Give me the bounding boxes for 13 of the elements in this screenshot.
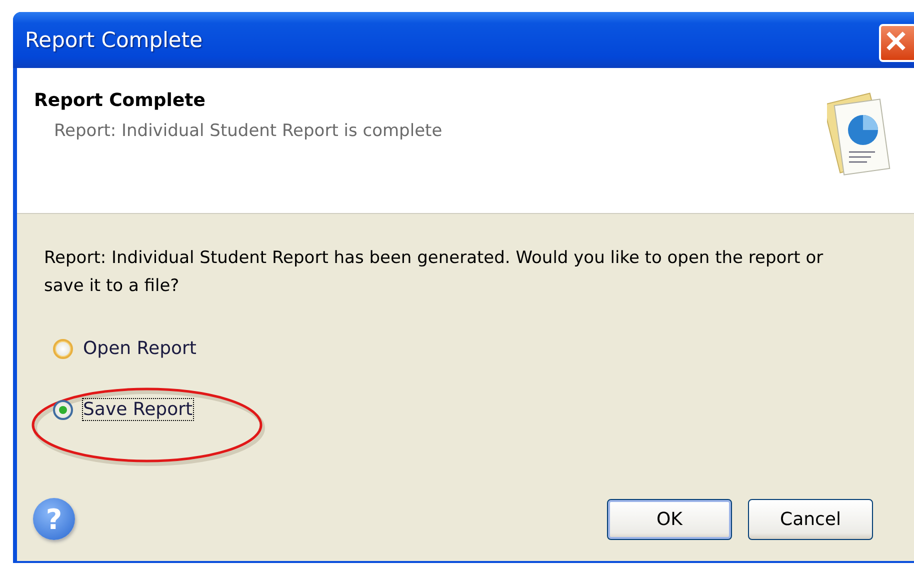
dialog-button[interactable]: OK	[607, 498, 732, 540]
radio-button[interactable]	[53, 400, 73, 420]
radio-option[interactable]: Open Report	[53, 338, 196, 359]
option-label: Save Report	[83, 399, 193, 420]
option-label: Open Report	[83, 338, 196, 359]
radio-button[interactable]	[53, 338, 73, 358]
message-text: Report: Individual Student Report has been generated. Would you like to open the report or save it to a file?	[44, 247, 824, 298]
dialog-button[interactable]: Cancel	[748, 498, 873, 540]
radio-option[interactable]: Save Report	[53, 399, 193, 420]
header-title: Report Complete	[34, 90, 206, 111]
header-subtitle: Report: Individual Student Report is complete	[54, 121, 442, 141]
close-button[interactable]	[879, 24, 914, 62]
window-title: Report Complete	[25, 28, 202, 52]
